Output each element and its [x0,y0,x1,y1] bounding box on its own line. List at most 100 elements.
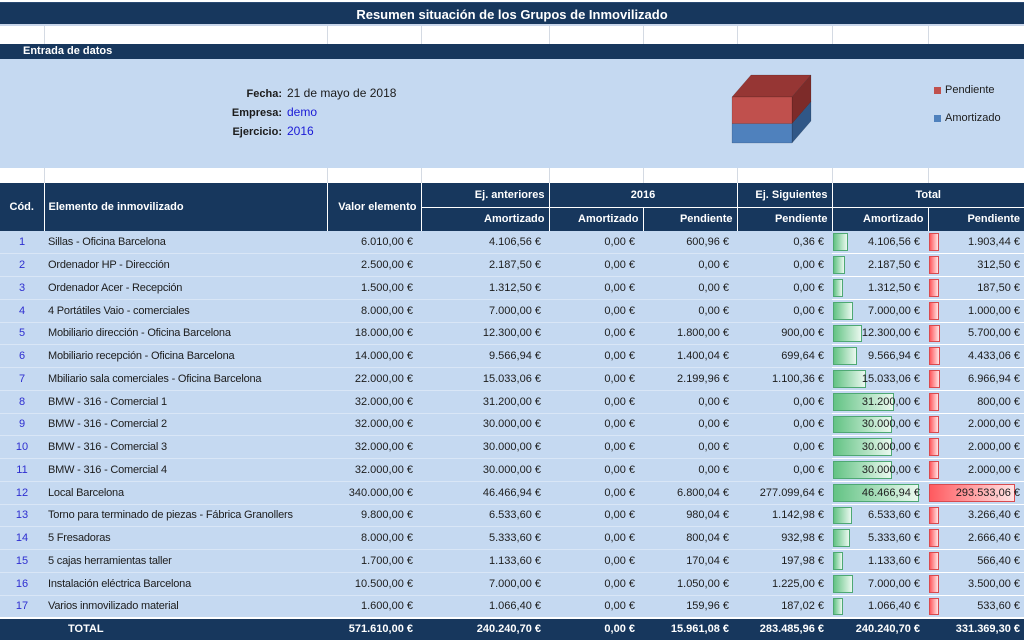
row-ej-sig-pendiente[interactable]: 0,00 € [737,459,832,482]
row-2016-pendiente[interactable]: 0,00 € [643,413,737,436]
row-ej-sig-pendiente[interactable]: 932,98 € [737,527,832,550]
row-ej-sig-pendiente[interactable]: 0,00 € [737,254,832,277]
row-element-name[interactable]: 4 Portátiles Vaio - comerciales [44,299,327,322]
row-code[interactable]: 3 [0,277,44,300]
row-2016-pendiente[interactable]: 1.800,00 € [643,322,737,345]
row-total-amortizado[interactable]: 15.033,06 € [832,368,928,391]
row-2016-pendiente[interactable]: 6.800,04 € [643,481,737,504]
row-code[interactable]: 11 [0,459,44,482]
row-code[interactable]: 16 [0,572,44,595]
row-code[interactable]: 1 [0,231,44,254]
row-2016-amortizado[interactable]: 0,00 € [549,527,643,550]
total-ej-ant-amortizado[interactable]: 240.240,70 € [421,618,549,640]
row-valor-elemento[interactable]: 32.000,00 € [327,390,421,413]
row-ej-ant-amortizado[interactable]: 30.000,00 € [421,436,549,459]
row-element-name[interactable]: BMW - 316 - Comercial 1 [44,390,327,413]
row-total-amortizado[interactable]: 1.312,50 € [832,277,928,300]
row-ej-sig-pendiente[interactable]: 197,98 € [737,550,832,573]
row-2016-amortizado[interactable]: 0,00 € [549,572,643,595]
row-valor-elemento[interactable]: 22.000,00 € [327,368,421,391]
row-total-pendiente[interactable]: 566,40 € [928,550,1024,573]
row-ej-ant-amortizado[interactable]: 4.106,56 € [421,231,549,254]
row-total-amortizado[interactable]: 5.333,60 € [832,527,928,550]
row-ej-ant-amortizado[interactable]: 5.333,60 € [421,527,549,550]
row-total-pendiente[interactable]: 2.000,00 € [928,436,1024,459]
row-ej-ant-amortizado[interactable]: 9.566,94 € [421,345,549,368]
row-code[interactable]: 12 [0,481,44,504]
row-code[interactable]: 7 [0,368,44,391]
row-total-pendiente[interactable]: 533,60 € [928,595,1024,618]
row-valor-elemento[interactable]: 1.600,00 € [327,595,421,618]
row-ej-ant-amortizado[interactable]: 2.187,50 € [421,254,549,277]
row-valor-elemento[interactable]: 32.000,00 € [327,413,421,436]
row-total-pendiente[interactable]: 312,50 € [928,254,1024,277]
row-2016-amortizado[interactable]: 0,00 € [549,595,643,618]
row-2016-pendiente[interactable]: 980,04 € [643,504,737,527]
row-code[interactable]: 6 [0,345,44,368]
row-valor-elemento[interactable]: 6.010,00 € [327,231,421,254]
row-code[interactable]: 2 [0,254,44,277]
row-code[interactable]: 17 [0,595,44,618]
row-total-pendiente[interactable]: 800,00 € [928,390,1024,413]
row-element-name[interactable]: Mobiliario dirección - Oficina Barcelona [44,322,327,345]
row-valor-elemento[interactable]: 1.500,00 € [327,277,421,300]
row-ej-sig-pendiente[interactable]: 0,00 € [737,299,832,322]
row-total-amortizado[interactable]: 30.000,00 € [832,459,928,482]
row-ej-ant-amortizado[interactable]: 12.300,00 € [421,322,549,345]
row-total-pendiente[interactable]: 293.533,06 € [928,481,1024,504]
empresa-value[interactable]: demo [287,105,317,119]
ejercicio-value[interactable]: 2016 [287,124,314,138]
row-element-name[interactable]: 5 cajas herramientas taller [44,550,327,573]
row-valor-elemento[interactable]: 32.000,00 € [327,436,421,459]
total-total-amortizado[interactable]: 240.240,70 € [832,618,928,640]
row-total-amortizado[interactable]: 7.000,00 € [832,572,928,595]
row-ej-sig-pendiente[interactable]: 187,02 € [737,595,832,618]
row-ej-ant-amortizado[interactable]: 31.200,00 € [421,390,549,413]
row-element-name[interactable]: 5 Fresadoras [44,527,327,550]
row-ej-ant-amortizado[interactable]: 7.000,00 € [421,299,549,322]
row-valor-elemento[interactable]: 1.700,00 € [327,550,421,573]
row-total-amortizado[interactable]: 46.466,94 € [832,481,928,504]
row-element-name[interactable]: Ordenador HP - Dirección [44,254,327,277]
row-total-amortizado[interactable]: 1.066,40 € [832,595,928,618]
row-2016-pendiente[interactable]: 800,04 € [643,527,737,550]
total-total-pendiente[interactable]: 331.369,30 € [928,618,1024,640]
row-2016-amortizado[interactable]: 0,00 € [549,504,643,527]
row-valor-elemento[interactable]: 10.500,00 € [327,572,421,595]
row-element-name[interactable]: BMW - 316 - Comercial 2 [44,413,327,436]
row-2016-pendiente[interactable]: 0,00 € [643,459,737,482]
row-code[interactable]: 10 [0,436,44,459]
row-ej-ant-amortizado[interactable]: 6.533,60 € [421,504,549,527]
row-ej-sig-pendiente[interactable]: 1.142,98 € [737,504,832,527]
row-total-pendiente[interactable]: 187,50 € [928,277,1024,300]
row-2016-amortizado[interactable]: 0,00 € [549,277,643,300]
row-valor-elemento[interactable]: 14.000,00 € [327,345,421,368]
row-element-name[interactable]: Mbiliario sala comerciales - Oficina Bar… [44,368,327,391]
row-element-name[interactable]: Mobiliario recepción - Oficina Barcelona [44,345,327,368]
row-ej-ant-amortizado[interactable]: 15.033,06 € [421,368,549,391]
row-2016-amortizado[interactable]: 0,00 € [549,254,643,277]
row-2016-amortizado[interactable]: 0,00 € [549,436,643,459]
row-total-pendiente[interactable]: 3.266,40 € [928,504,1024,527]
row-ej-sig-pendiente[interactable]: 1.225,00 € [737,572,832,595]
row-2016-amortizado[interactable]: 0,00 € [549,368,643,391]
row-total-amortizado[interactable]: 12.300,00 € [832,322,928,345]
row-element-name[interactable]: Torno para terminado de piezas - Fábrica… [44,504,327,527]
row-element-name[interactable]: Varios inmovilizado material [44,595,327,618]
row-element-name[interactable]: Instalación eléctrica Barcelona [44,572,327,595]
row-valor-elemento[interactable]: 18.000,00 € [327,322,421,345]
row-total-amortizado[interactable]: 30.000,00 € [832,413,928,436]
row-2016-amortizado[interactable]: 0,00 € [549,390,643,413]
row-2016-amortizado[interactable]: 0,00 € [549,322,643,345]
row-2016-pendiente[interactable]: 170,04 € [643,550,737,573]
row-2016-pendiente[interactable]: 1.400,04 € [643,345,737,368]
row-2016-amortizado[interactable]: 0,00 € [549,299,643,322]
row-2016-amortizado[interactable]: 0,00 € [549,550,643,573]
total-valor[interactable]: 571.610,00 € [327,618,421,640]
row-2016-amortizado[interactable]: 0,00 € [549,413,643,436]
row-total-pendiente[interactable]: 2.000,00 € [928,413,1024,436]
row-valor-elemento[interactable]: 340.000,00 € [327,481,421,504]
row-element-name[interactable]: BMW - 316 - Comercial 4 [44,459,327,482]
row-ej-ant-amortizado[interactable]: 1.133,60 € [421,550,549,573]
row-total-amortizado[interactable]: 2.187,50 € [832,254,928,277]
